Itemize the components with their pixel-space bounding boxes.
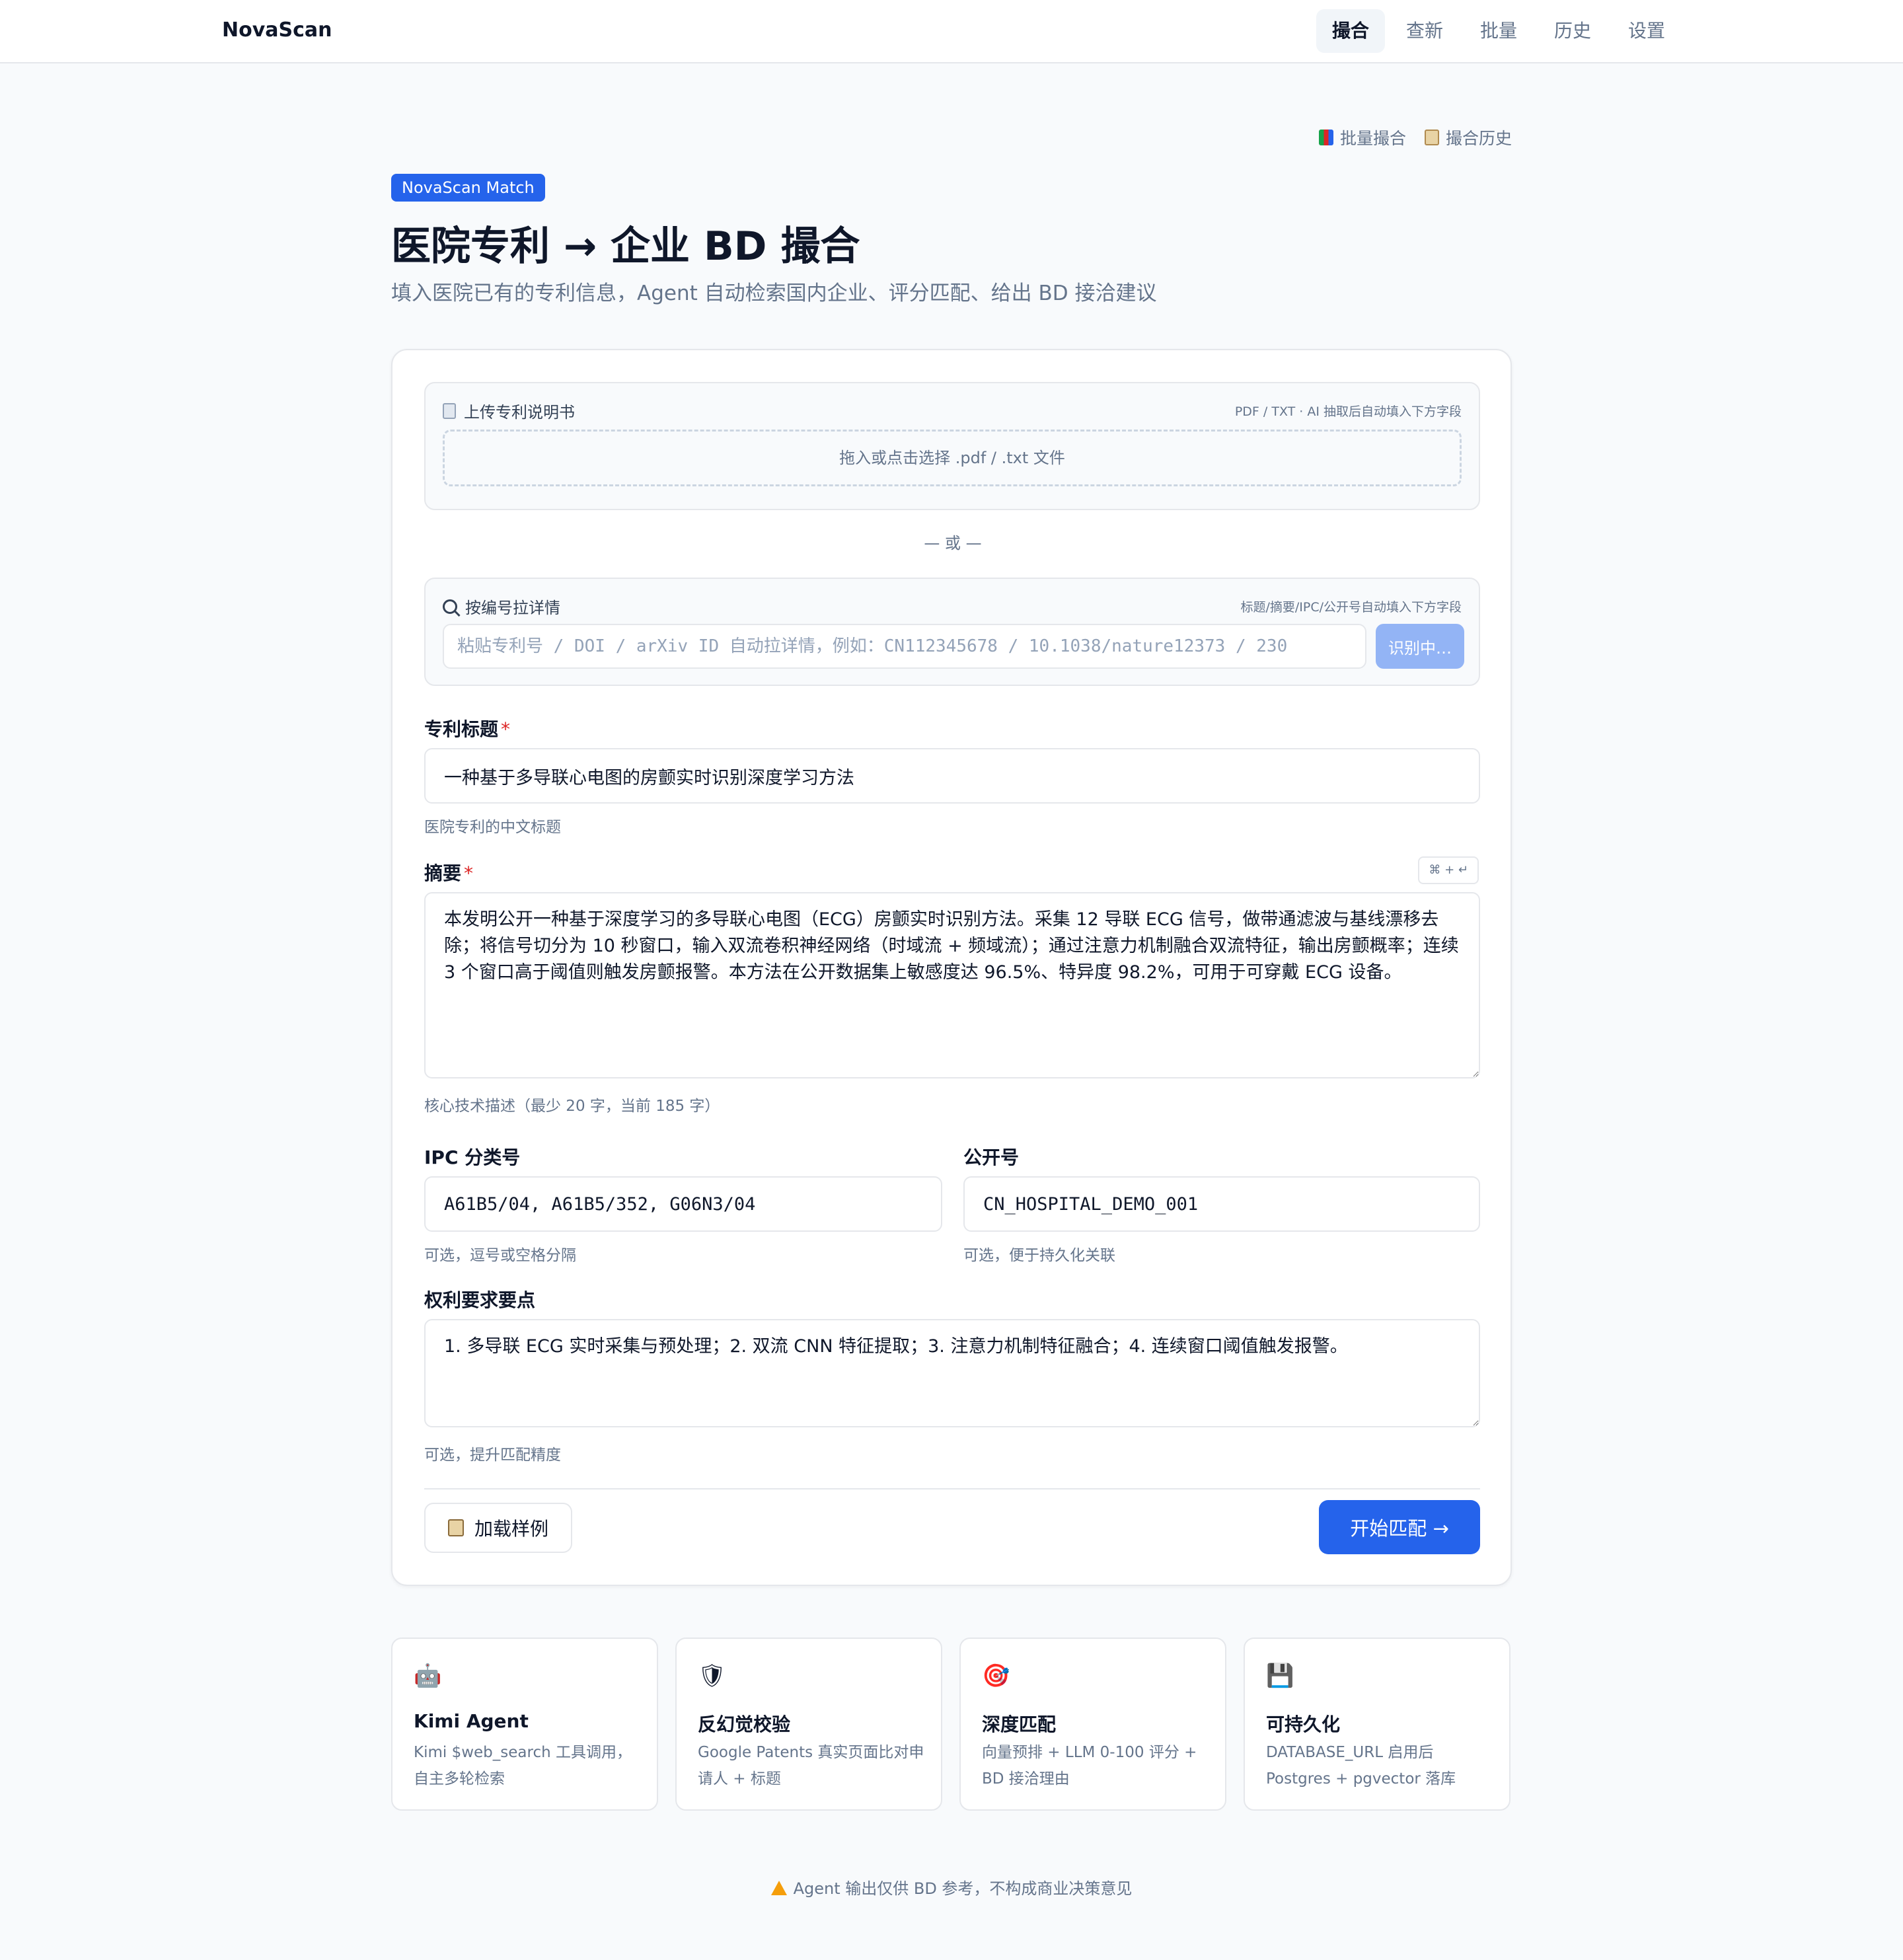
abstract-label: 摘要 * bbox=[424, 859, 473, 886]
search-icon bbox=[443, 599, 457, 614]
claims-help: 可选，提升匹配精度 bbox=[424, 1447, 561, 1464]
load-sample-button[interactable]: 加载样例 bbox=[424, 1503, 573, 1553]
claims-textarea[interactable]: 1. 多导联 ECG 实时采集与预处理；2. 双流 CNN 特征提取；3. 注意… bbox=[424, 1319, 1480, 1427]
abstract-label-text: 摘要 bbox=[424, 862, 462, 884]
fetch-panel: 按编号拉详情 标题/摘要/IPC/公开号自动填入下方字段 识别中… bbox=[424, 578, 1480, 686]
fetch-title-text: 按编号拉详情 bbox=[465, 599, 560, 617]
product-badge: NovaScan Match bbox=[391, 174, 545, 202]
floppy-icon: 💾 bbox=[1266, 1663, 1294, 1689]
shield-icon: 🛡 bbox=[698, 1663, 727, 1689]
batch-match-label: 批量撮合 bbox=[1339, 129, 1406, 148]
feature-desc: DATABASE_URL 启用后 Postgres + pgvector 落库 bbox=[1266, 1744, 1456, 1788]
feature-title: 反幻觉校验 bbox=[698, 1714, 791, 1735]
identify-button[interactable]: 识别中… bbox=[1376, 624, 1464, 669]
submit-shortcut-hint: ⌘ + ↵ bbox=[1418, 856, 1479, 884]
abstract-textarea[interactable]: 本发明公开一种基于深度学习的多导联心电图（ECG）房颤实时识别方法。采集 12 … bbox=[424, 892, 1480, 1078]
title-label-text: 专利标题 bbox=[424, 718, 499, 740]
feature-card: 💾 可持久化 DATABASE_URL 启用后 Postgres + pgvec… bbox=[1244, 1638, 1511, 1811]
abstract-help: 核心技术描述（最少 20 字，当前 185 字） bbox=[424, 1098, 720, 1115]
upload-hint: PDF / TXT · AI 抽取后自动填入下方字段 bbox=[1234, 404, 1462, 419]
nav-item-batch[interactable]: 批量 bbox=[1464, 9, 1533, 53]
nav-item-settings[interactable]: 设置 bbox=[1612, 9, 1681, 53]
nav-item-history[interactable]: 历史 bbox=[1538, 9, 1607, 53]
title-label: 专利标题 * bbox=[424, 715, 510, 741]
ipc-label: IPC 分类号 bbox=[424, 1147, 521, 1168]
clipboard-icon bbox=[448, 1519, 464, 1536]
match-history-label: 撮合历史 bbox=[1445, 129, 1512, 148]
books-icon bbox=[1318, 130, 1333, 145]
patent-id-input[interactable] bbox=[443, 624, 1366, 669]
feature-card: 🛡 反幻觉校验 Google Patents 真实页面比对申请人 + 标题 bbox=[675, 1638, 942, 1811]
claims-label: 权利要求要点 bbox=[424, 1289, 536, 1311]
fetch-hint: 标题/摘要/IPC/公开号自动填入下方字段 bbox=[1240, 600, 1462, 615]
feature-card: 🎯 深度匹配 向量预排 + LLM 0-100 评分 + BD 接洽理由 bbox=[959, 1638, 1226, 1811]
document-icon bbox=[443, 402, 456, 419]
upload-panel: 上传专利说明书 PDF / TXT · AI 抽取后自动填入下方字段 拖入或点击… bbox=[424, 382, 1480, 510]
pub-number-input[interactable] bbox=[963, 1176, 1480, 1232]
feature-title: Kimi Agent bbox=[414, 1710, 529, 1732]
top-bar: NovaScan 撮合 查新 批量 历史 设置 bbox=[0, 0, 1903, 63]
start-match-button[interactable]: 开始匹配 → bbox=[1319, 1500, 1480, 1554]
page-title: 医院专利 → 企业 BD 撮合 bbox=[391, 223, 860, 270]
upload-title: 上传专利说明书 bbox=[443, 399, 575, 422]
disclaimer-footer: Agent 输出仅供 BD 参考，不构成商业决策意见 bbox=[0, 1875, 1903, 1899]
page-subtitle: 填入医院已有的专利信息，Agent 自动检索国内企业、评分匹配、给出 BD 接洽… bbox=[391, 282, 1157, 305]
feature-title: 可持久化 bbox=[1266, 1714, 1341, 1735]
or-divider: — 或 — bbox=[924, 534, 982, 552]
title-help: 医院专利的中文标题 bbox=[424, 819, 561, 836]
feature-desc: Kimi $web_search 工具调用，自主多轮检索 bbox=[414, 1744, 632, 1788]
feature-title: 深度匹配 bbox=[982, 1714, 1057, 1735]
pub-number-label: 公开号 bbox=[963, 1147, 1020, 1168]
scroll-icon bbox=[1424, 130, 1439, 145]
required-mark: * bbox=[464, 862, 474, 884]
match-history-link[interactable]: 撮合历史 bbox=[1424, 126, 1512, 149]
feature-desc: Google Patents 真实页面比对申请人 + 标题 bbox=[698, 1744, 924, 1788]
required-mark: * bbox=[501, 718, 511, 740]
disclaimer-text: Agent 输出仅供 BD 参考，不构成商业决策意见 bbox=[793, 1879, 1133, 1898]
batch-match-link[interactable]: 批量撮合 bbox=[1318, 126, 1406, 149]
target-icon: 🎯 bbox=[982, 1663, 1010, 1689]
quick-links: 批量撮合 撮合历史 bbox=[1318, 126, 1512, 149]
feature-cards: 🤖 Kimi Agent Kimi $web_search 工具调用，自主多轮检… bbox=[391, 1638, 1511, 1811]
ipc-help: 可选，逗号或空格分隔 bbox=[424, 1247, 576, 1264]
brand-logo[interactable]: NovaScan bbox=[222, 19, 332, 42]
form-divider bbox=[424, 1488, 1480, 1489]
patent-title-input[interactable] bbox=[424, 748, 1480, 804]
fetch-title: 按编号拉详情 bbox=[443, 595, 560, 618]
nav-item-match[interactable]: 撮合 bbox=[1316, 9, 1385, 53]
feature-desc: 向量预排 + LLM 0-100 评分 + BD 接洽理由 bbox=[982, 1744, 1197, 1788]
ipc-input[interactable] bbox=[424, 1176, 942, 1232]
nav-item-search[interactable]: 查新 bbox=[1390, 9, 1459, 53]
warning-icon bbox=[770, 1881, 787, 1895]
file-dropzone[interactable]: 拖入或点击选择 .pdf / .txt 文件 bbox=[443, 430, 1462, 486]
feature-card: 🤖 Kimi Agent Kimi $web_search 工具调用，自主多轮检… bbox=[391, 1638, 658, 1811]
pub-number-help: 可选，便于持久化关联 bbox=[963, 1247, 1115, 1264]
main-nav: 撮合 查新 批量 历史 设置 bbox=[1316, 9, 1681, 53]
match-form-card: 上传专利说明书 PDF / TXT · AI 抽取后自动填入下方字段 拖入或点击… bbox=[391, 349, 1512, 1586]
upload-title-text: 上传专利说明书 bbox=[464, 403, 575, 422]
robot-icon: 🤖 bbox=[414, 1663, 442, 1689]
load-sample-label: 加载样例 bbox=[474, 1518, 549, 1540]
